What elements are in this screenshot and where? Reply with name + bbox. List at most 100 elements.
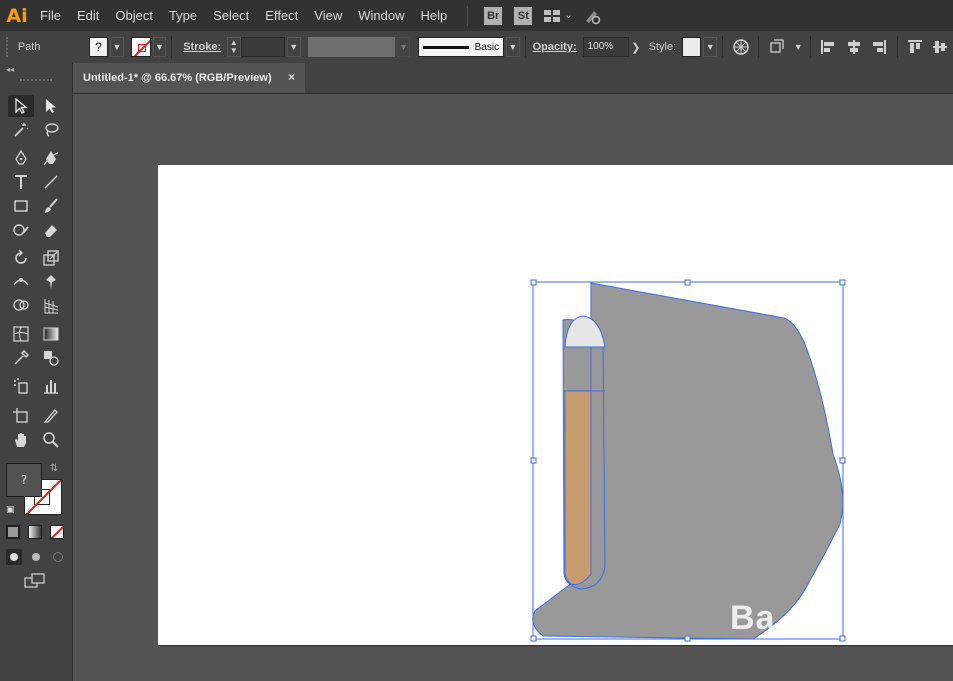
width-tool-icon[interactable] — [8, 271, 34, 293]
style-label: Style: — [648, 41, 677, 53]
curvature-tool-icon[interactable] — [38, 147, 64, 169]
zoom-tool-icon[interactable] — [38, 429, 64, 451]
symbol-sprayer-tool-icon[interactable] — [8, 375, 34, 397]
handle-top-center — [684, 279, 691, 286]
menu-divider — [467, 5, 469, 26]
grid-icon — [544, 9, 561, 22]
watermark-text: Ba — [730, 599, 776, 637]
shape-builder-tool-icon[interactable] — [8, 295, 34, 317]
pen-tool-icon[interactable] — [8, 147, 34, 169]
align-vertical-center-icon[interactable] — [931, 37, 950, 57]
panel-grip[interactable] — [6, 37, 12, 57]
panel-grip[interactable] — [20, 79, 52, 87]
graphic-style-swatch[interactable] — [682, 37, 702, 57]
menu-object[interactable]: Object — [107, 0, 161, 31]
document-tab-label: Untitled-1* @ 66.67% (RGB/Preview) — [83, 72, 272, 84]
stroke-dropdown-button[interactable]: ▼ — [152, 37, 167, 57]
opacity-input[interactable]: 100% — [582, 37, 630, 57]
collapse-toolbar-button[interactable]: ◂◂ — [0, 63, 72, 79]
mesh-tool-icon[interactable] — [8, 323, 34, 345]
menu-file[interactable]: File — [32, 0, 69, 31]
lasso-tool-icon[interactable] — [38, 119, 64, 141]
draw-normal-icon[interactable] — [6, 549, 22, 565]
gradient-button[interactable] — [28, 525, 42, 539]
brush-label: Basic — [474, 41, 500, 53]
rotate-tool-icon[interactable] — [8, 247, 34, 269]
document-tab[interactable]: Untitled-1* @ 66.67% (RGB/Preview) × — [73, 63, 305, 93]
draw-inside-icon[interactable] — [50, 549, 66, 565]
opacity-arrow-button[interactable]: ❯ — [629, 37, 642, 57]
none-button[interactable] — [50, 525, 64, 539]
selection-type-label: Path — [17, 41, 41, 53]
stroke-swatch[interactable] — [131, 37, 151, 57]
draw-behind-icon[interactable] — [28, 549, 44, 565]
align-to-icon[interactable] — [767, 37, 786, 57]
align-top-icon[interactable] — [906, 37, 925, 57]
variable-width-dropdown[interactable]: ▼ — [396, 37, 411, 57]
type-tool-icon[interactable] — [8, 171, 34, 193]
shaper-tool-icon[interactable] — [8, 219, 34, 241]
stroke-weight-dropdown[interactable]: ▼ — [286, 37, 301, 57]
arrange-documents-button[interactable]: ⌄ — [544, 9, 573, 22]
menu-bar: Ai File Edit Object Type Select Effect V… — [0, 0, 953, 31]
blend-tool-icon[interactable] — [38, 347, 64, 369]
fill-swatch[interactable]: ? — [88, 37, 109, 57]
divider — [171, 36, 173, 58]
stroke-weight-input[interactable] — [240, 37, 285, 57]
close-icon[interactable]: × — [288, 70, 295, 84]
screen-mode-icon[interactable] — [24, 573, 46, 589]
style-dropdown[interactable]: ▼ — [703, 37, 718, 57]
opacity-label[interactable]: Opacity: — [533, 41, 577, 53]
artboard-tool-icon[interactable] — [8, 405, 34, 427]
fill-color-swatch[interactable]: ? — [6, 463, 42, 497]
divider — [524, 36, 526, 58]
swap-fill-stroke-icon[interactable]: ⇅ — [50, 463, 58, 474]
chevron-down-icon: ⌄ — [564, 10, 573, 21]
align-right-icon[interactable] — [869, 37, 888, 57]
align-to-dropdown[interactable]: ▼ — [791, 37, 804, 57]
draw-mode-row — [6, 549, 66, 565]
column-graph-tool-icon[interactable] — [38, 375, 64, 397]
eraser-tool-icon[interactable] — [38, 219, 64, 241]
bridge-button[interactable]: Br — [484, 6, 503, 25]
stock-button[interactable]: St — [514, 6, 533, 25]
canvas-area[interactable]: Ba — [73, 94, 953, 681]
stroke-weight-stepper[interactable]: ▲ ▼ — [227, 37, 241, 57]
brush-definition[interactable]: Basic — [418, 37, 505, 57]
menu-type[interactable]: Type — [161, 0, 205, 31]
perspective-grid-tool-icon[interactable] — [38, 295, 64, 317]
hand-tool-icon[interactable] — [8, 429, 34, 451]
selection-tool-icon[interactable] — [8, 95, 34, 117]
menu-help[interactable]: Help — [412, 0, 455, 31]
fill-dropdown-button[interactable]: ▼ — [110, 37, 124, 57]
magic-wand-tool-icon[interactable] — [8, 119, 34, 141]
align-center-icon[interactable] — [844, 37, 863, 57]
paintbrush-tool-icon[interactable] — [38, 195, 64, 217]
tools-panel: ◂◂ ? ⇅ ▣ — [0, 63, 73, 681]
menu-effect[interactable]: Effect — [257, 0, 306, 31]
slice-tool-icon[interactable] — [38, 405, 64, 427]
menu-select[interactable]: Select — [205, 0, 257, 31]
menu-view[interactable]: View — [306, 0, 350, 31]
eyedropper-tool-icon[interactable] — [8, 347, 34, 369]
line-segment-tool-icon[interactable] — [38, 171, 64, 193]
scale-tool-icon[interactable] — [38, 247, 64, 269]
gpu-performance-icon[interactable] — [582, 6, 602, 26]
handle-middle-right — [839, 457, 846, 464]
artwork[interactable] — [73, 94, 953, 681]
brush-dropdown[interactable]: ▼ — [506, 37, 520, 57]
handle-bottom-right — [839, 635, 846, 642]
menu-window[interactable]: Window — [350, 0, 412, 31]
divider — [722, 36, 723, 58]
recolor-artwork-icon[interactable] — [731, 37, 750, 57]
variable-width-profile[interactable] — [308, 37, 395, 57]
menu-edit[interactable]: Edit — [69, 0, 107, 31]
gradient-tool-icon[interactable] — [38, 323, 64, 345]
default-fill-stroke-icon[interactable]: ▣ — [6, 505, 15, 515]
align-left-icon[interactable] — [819, 37, 838, 57]
rectangle-tool-icon[interactable] — [8, 195, 34, 217]
direct-selection-tool-icon[interactable] — [38, 95, 64, 117]
fill-stroke-widget: ? ⇅ ▣ — [6, 463, 62, 517]
color-button[interactable] — [6, 525, 20, 539]
puppet-warp-tool-icon[interactable] — [38, 271, 64, 293]
